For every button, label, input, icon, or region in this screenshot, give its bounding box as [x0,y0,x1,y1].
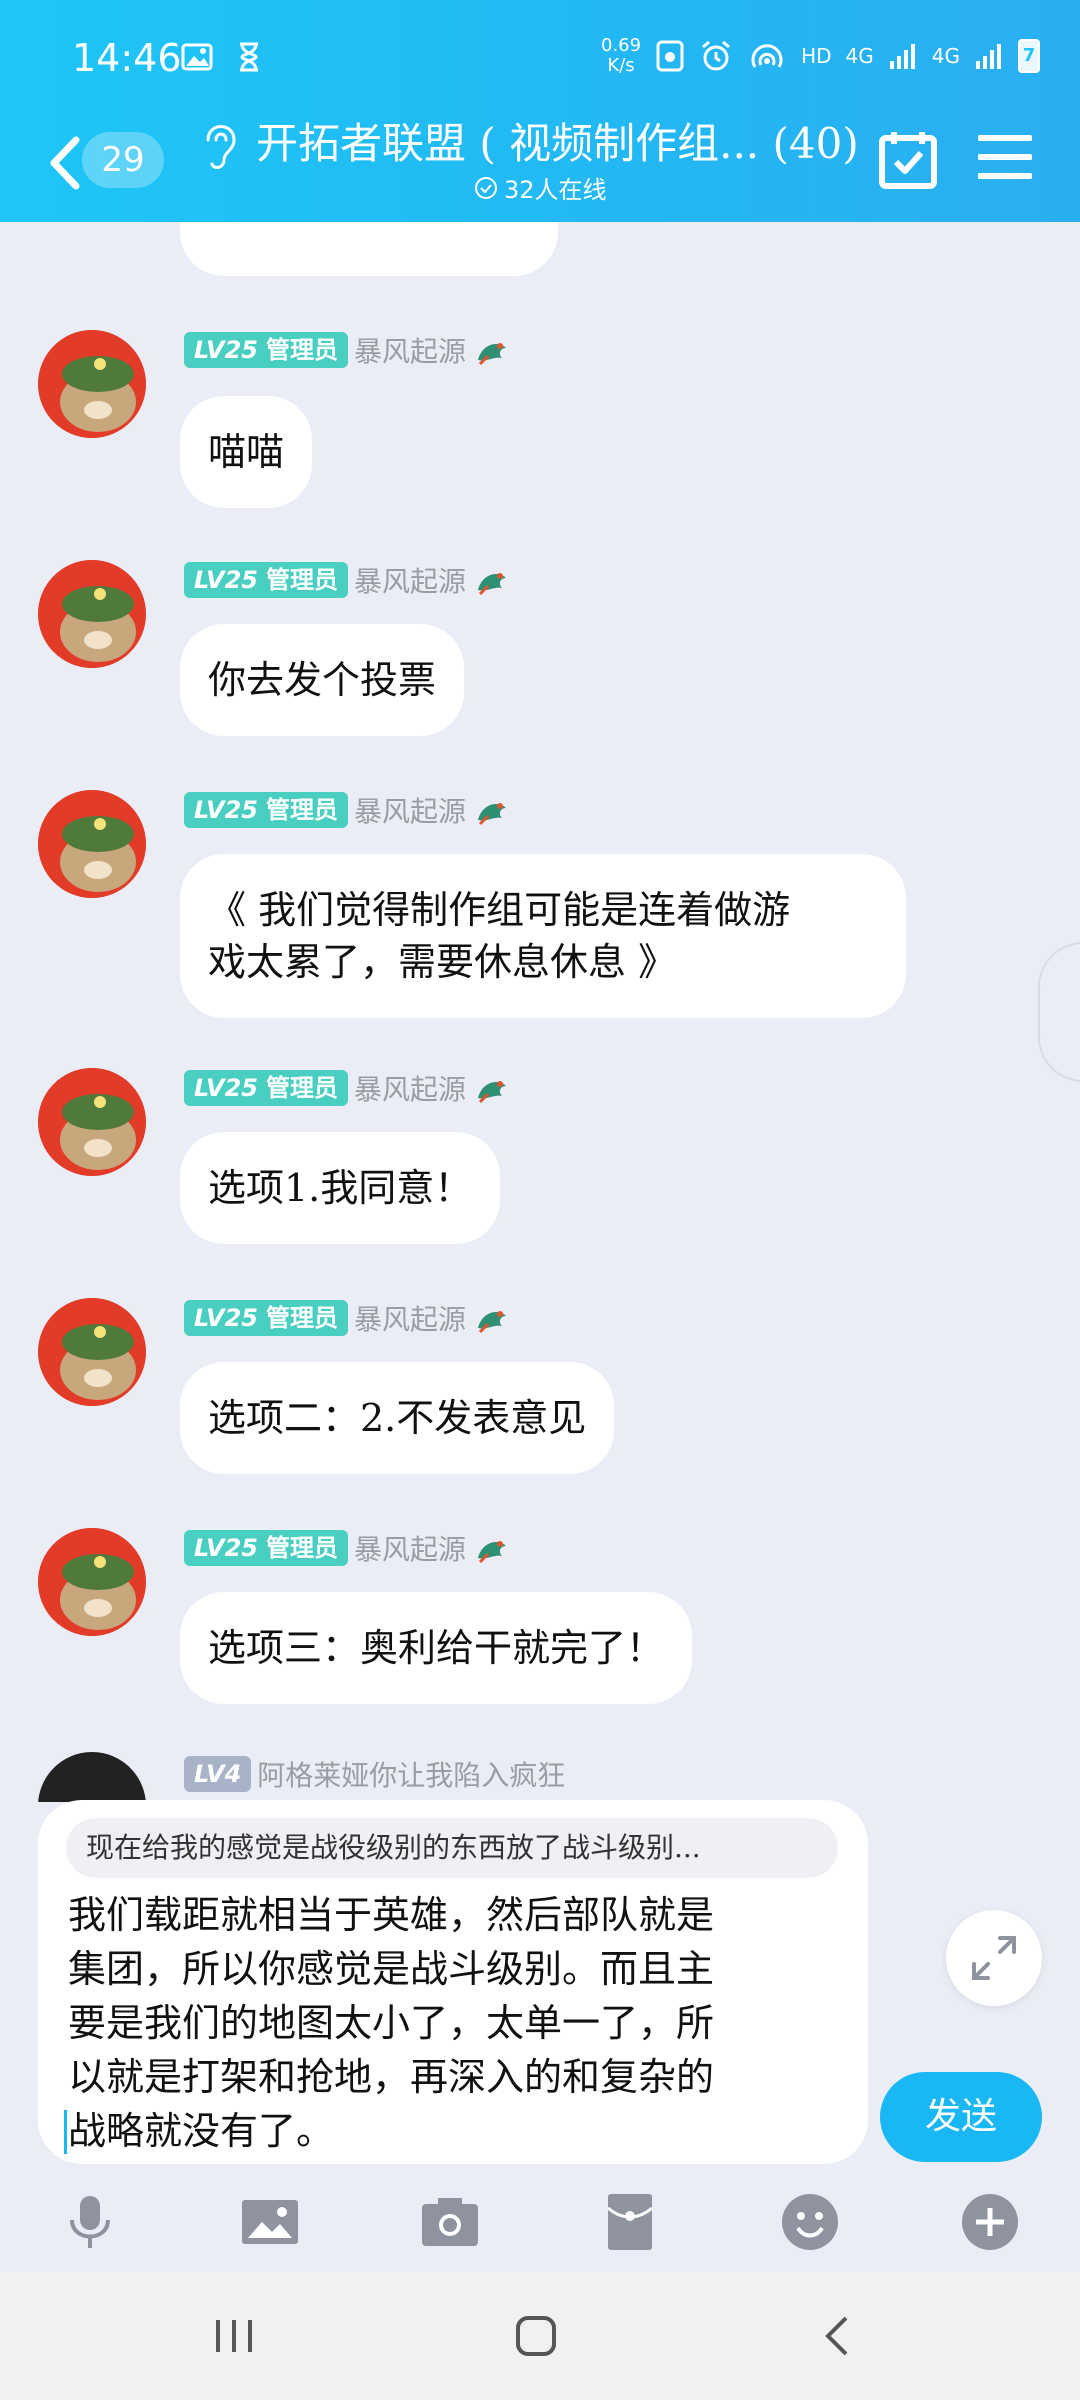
ear-icon[interactable] [200,118,240,174]
message-input[interactable]: 我们载距就相当于英雄，然后部队就是 集团，所以你感觉是战斗级别。而且主 要是我们… [64,1888,858,2158]
level-badge: LV4 [184,1756,252,1792]
message-line: 《 我们觉得制作组可能是连着做游 [208,888,791,932]
battery-icon: 7 [1018,39,1040,73]
avatar[interactable] [38,790,146,898]
group-title[interactable]: 开拓者联盟 ( 视频制作组... (40) [256,110,859,171]
emoji-icon[interactable] [778,2190,842,2254]
red-packet-icon[interactable] [598,2190,662,2254]
sender-name[interactable]: 暴风起源 [354,1528,466,1568]
online-check-icon [475,176,497,199]
system-navigation-bar [0,2272,1080,2400]
unread-count-badge[interactable]: 29 [82,132,164,188]
message-bubble[interactable]: 选项二：2.不发表意见 [180,1362,615,1474]
send-button[interactable]: 发送 [880,2072,1042,2162]
message-line: 戏太累了，需要休息休息 》 [208,940,677,984]
message-input-panel[interactable]: 现在给我的感觉是战役级别的东西放了战斗级别... 我们载距就相当于英雄，然后部队… [38,1800,868,2164]
alarm-icon [702,40,731,71]
menu-icon[interactable] [978,132,1032,182]
network-type-2: 4G [931,44,960,68]
online-count: 32人在线 [504,176,607,204]
message-bubble[interactable]: 喵喵 [180,396,313,508]
dog-avatar-image [38,560,146,668]
chat-area[interactable]: LV25 管理员 暴风起源 喵喵 LV25 管理员 暴风起源 你去发个投票 LV25… [0,222,1080,1802]
text-cursor [64,2110,67,2154]
input-line: 以就是打架和抢地，再深入的和复杂的 [68,2055,715,2099]
chat-header: 14:46 0.69 K/s HD 4G 4G 7 29 开拓者联盟 (视频制… [0,0,1080,222]
online-status: 32人在线 [474,170,607,205]
calendar-check-icon[interactable] [878,128,938,190]
level-badge: LV25 管理员 [184,1530,348,1566]
input-line: 我们载距就相当于英雄，然后部队就是 [68,1893,715,1937]
message-bubble[interactable]: 《 我们觉得制作组可能是连着做游 戏太累了，需要休息休息 》 [180,854,906,1018]
expand-icon [972,1936,1016,1980]
dragon-icon [477,343,506,366]
level-badge: LV25 管理员 [184,562,348,598]
image-icon[interactable] [238,2190,302,2254]
avatar[interactable] [38,1752,146,1802]
recent-apps-icon[interactable] [204,2306,264,2366]
sender-name[interactable]: 阿格莱娅你让我陷入疯狂 [257,1754,565,1794]
back-nav-icon[interactable] [808,2306,868,2366]
message-bubble[interactable]: 你去发个投票 [180,624,465,736]
dragon-icon [477,803,506,826]
dragon-icon [477,573,506,596]
network-type-1: 4G [845,44,874,68]
message-bubble[interactable]: 选项1.我同意！ [180,1132,501,1244]
dragon-icon [477,1541,506,1564]
sender-name[interactable]: 暴风起源 [354,1068,466,1108]
level-badge: LV25 管理员 [184,1070,348,1106]
sender-name[interactable]: 暴风起源 [354,330,466,370]
input-toolbar [0,2176,1080,2272]
plus-icon[interactable] [958,2190,1022,2254]
status-bar: 14:46 0.69 K/s HD 4G 4G 7 [0,0,1080,120]
level-badge: LV25 管理员 [184,1300,348,1336]
input-line: 要是我们的地图太小了，太单一了，所 [68,2001,715,2045]
floating-side-handle[interactable] [1038,942,1080,1082]
network-speed: 0.69 K/s [601,35,642,76]
signal-icon-2 [976,44,1001,69]
camera-icon[interactable] [418,2190,482,2254]
message-bubble[interactable]: 选项三：奥利给干就完了！ [180,1592,693,1704]
level-badge: LV25 管理员 [184,792,348,828]
avatar[interactable] [38,330,146,438]
dog-avatar-image [38,1068,146,1176]
level-badge: LV25 管理员 [184,332,348,368]
dog-avatar-image [38,1298,146,1406]
mic-icon[interactable] [58,2190,122,2254]
dragon-icon [477,1081,506,1104]
sender-name[interactable]: 暴风起源 [354,1298,466,1338]
message-bubble-partial[interactable] [180,222,558,276]
avatar[interactable] [38,1528,146,1636]
sender-name[interactable]: 暴风起源 [354,560,466,600]
hotspot-icon [751,44,783,68]
hd-indicator: HD [801,44,832,68]
dog-avatar-image [38,790,146,898]
dog-avatar-image [38,330,146,438]
gallery-notification-icon [181,43,213,71]
avatar[interactable] [38,1068,146,1176]
avatar[interactable] [38,1298,146,1406]
status-time: 14:46 [72,36,182,80]
avatar[interactable] [38,560,146,668]
quoted-reply-chip[interactable]: 现在给我的感觉是战役级别的东西放了战斗级别... [66,1818,838,1878]
expand-input-button[interactable] [946,1910,1042,2006]
signal-icon-1 [889,44,915,69]
dragon-icon [477,1311,506,1334]
sender-name[interactable]: 暴风起源 [354,790,466,830]
input-line: 集团，所以你感觉是战斗级别。而且主 [68,1947,715,1991]
dog-avatar-image [38,1528,146,1636]
recycle-icon [656,40,684,72]
battery-level: 7 [1022,45,1036,66]
title-bar: 29 开拓者联盟 ( 视频制作组... (40) 32人在线 [0,110,1080,222]
home-icon[interactable] [506,2306,566,2366]
input-line: 战略就没有了。 [64,2104,858,2158]
hourglass-icon [240,42,258,72]
